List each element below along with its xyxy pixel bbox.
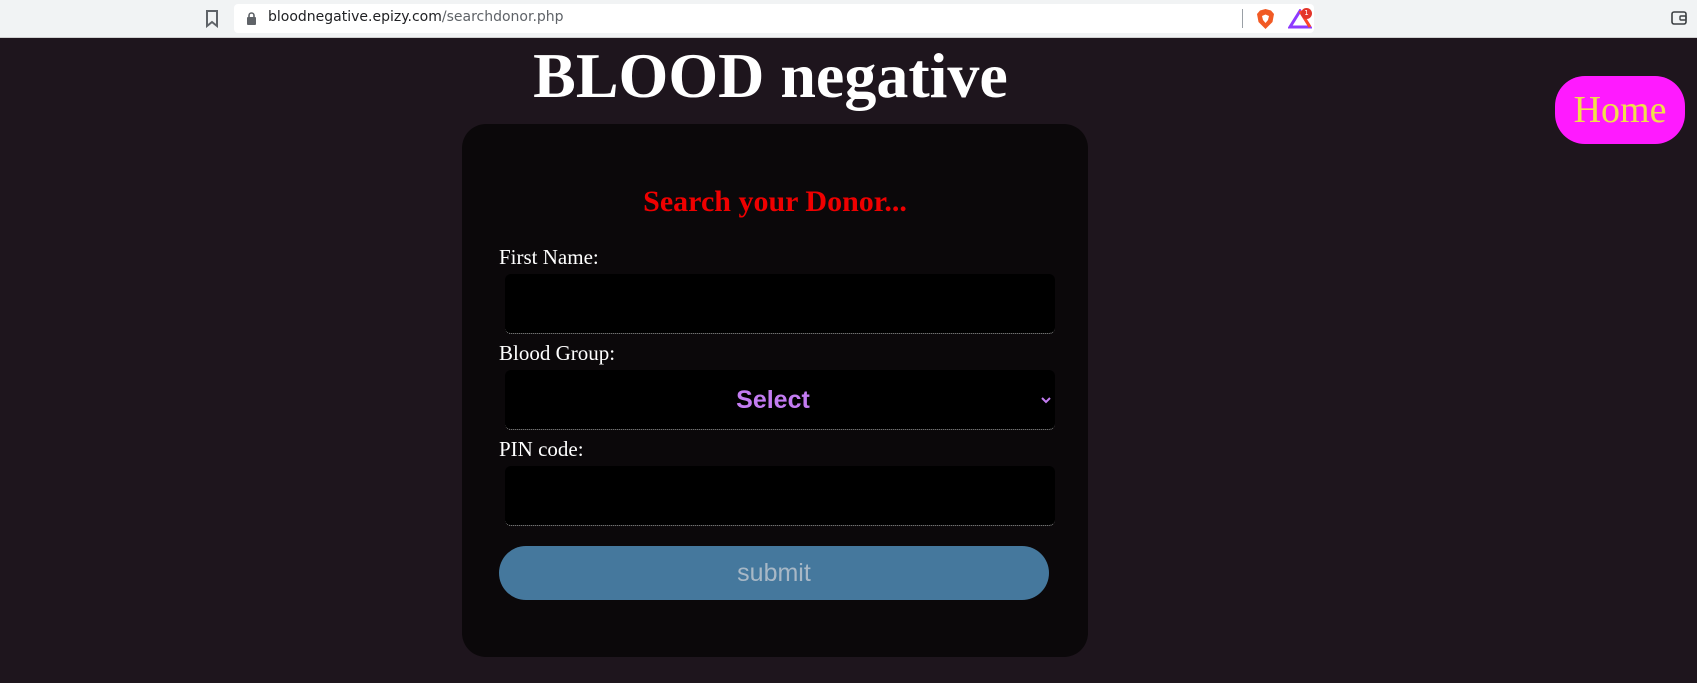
url-host: bloodnegative.epizy.com bbox=[268, 9, 442, 25]
submit-button[interactable]: submit bbox=[499, 546, 1049, 600]
brave-shield-icon[interactable] bbox=[1255, 8, 1276, 30]
wallet-icon[interactable] bbox=[1671, 10, 1687, 25]
blood-group-label: Blood Group: bbox=[499, 341, 616, 365]
site-title: BLOOD negative bbox=[533, 40, 1008, 111]
chevron-down-icon[interactable] bbox=[1040, 395, 1052, 405]
bookmark-icon[interactable] bbox=[205, 10, 219, 28]
home-button[interactable]: Home bbox=[1555, 76, 1685, 144]
url-path: /searchdonor.php bbox=[441, 9, 564, 25]
browser-toolbar: bloodnegative.epizy.com/searchdonor.php … bbox=[0, 0, 1697, 38]
blood-group-selected-value: Select bbox=[736, 386, 810, 414]
pin-code-label: PIN code: bbox=[499, 437, 584, 461]
first-name-input[interactable] bbox=[505, 274, 1055, 334]
search-donor-form: Search your Donor... First Name: Blood G… bbox=[462, 124, 1088, 657]
rewards-badge: 1 bbox=[1301, 8, 1312, 19]
toolbar-divider bbox=[1242, 9, 1243, 28]
blood-group-select[interactable]: Select bbox=[505, 370, 1055, 430]
lock-icon[interactable] bbox=[246, 12, 257, 25]
url-text[interactable]: bloodnegative.epizy.com/searchdonor.php bbox=[268, 9, 564, 25]
pin-code-input[interactable] bbox=[505, 466, 1055, 526]
address-bar[interactable]: bloodnegative.epizy.com/searchdonor.php … bbox=[234, 4, 1314, 33]
form-title: Search your Donor... bbox=[643, 185, 907, 218]
first-name-label: First Name: bbox=[499, 245, 599, 269]
